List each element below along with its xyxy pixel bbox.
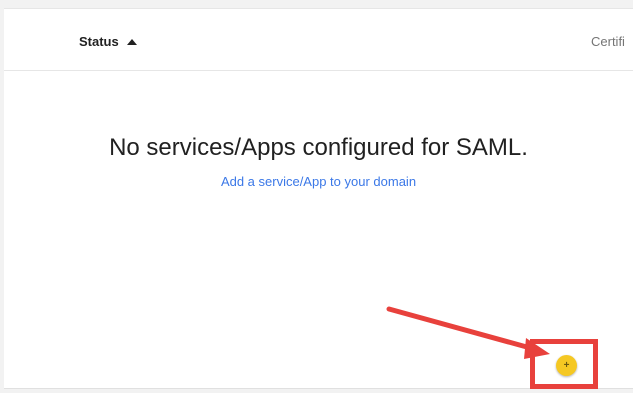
table-header-row: Status Certifi <box>4 9 633 71</box>
app-frame: Status Certifi No services/Apps configur… <box>0 0 633 393</box>
sort-ascending-icon <box>126 38 137 45</box>
column-header-status[interactable]: Status <box>79 34 137 49</box>
column-header-status-label: Status <box>79 34 119 49</box>
empty-state-message: No services/Apps configured for SAML. <box>109 134 528 161</box>
plus-icon: + <box>563 359 570 371</box>
column-header-certificate[interactable]: Certifi <box>591 34 633 49</box>
add-app-fab-button[interactable]: + <box>556 355 577 376</box>
saml-apps-panel: Status Certifi No services/Apps configur… <box>4 8 633 389</box>
add-service-link[interactable]: Add a service/App to your domain <box>4 174 633 189</box>
